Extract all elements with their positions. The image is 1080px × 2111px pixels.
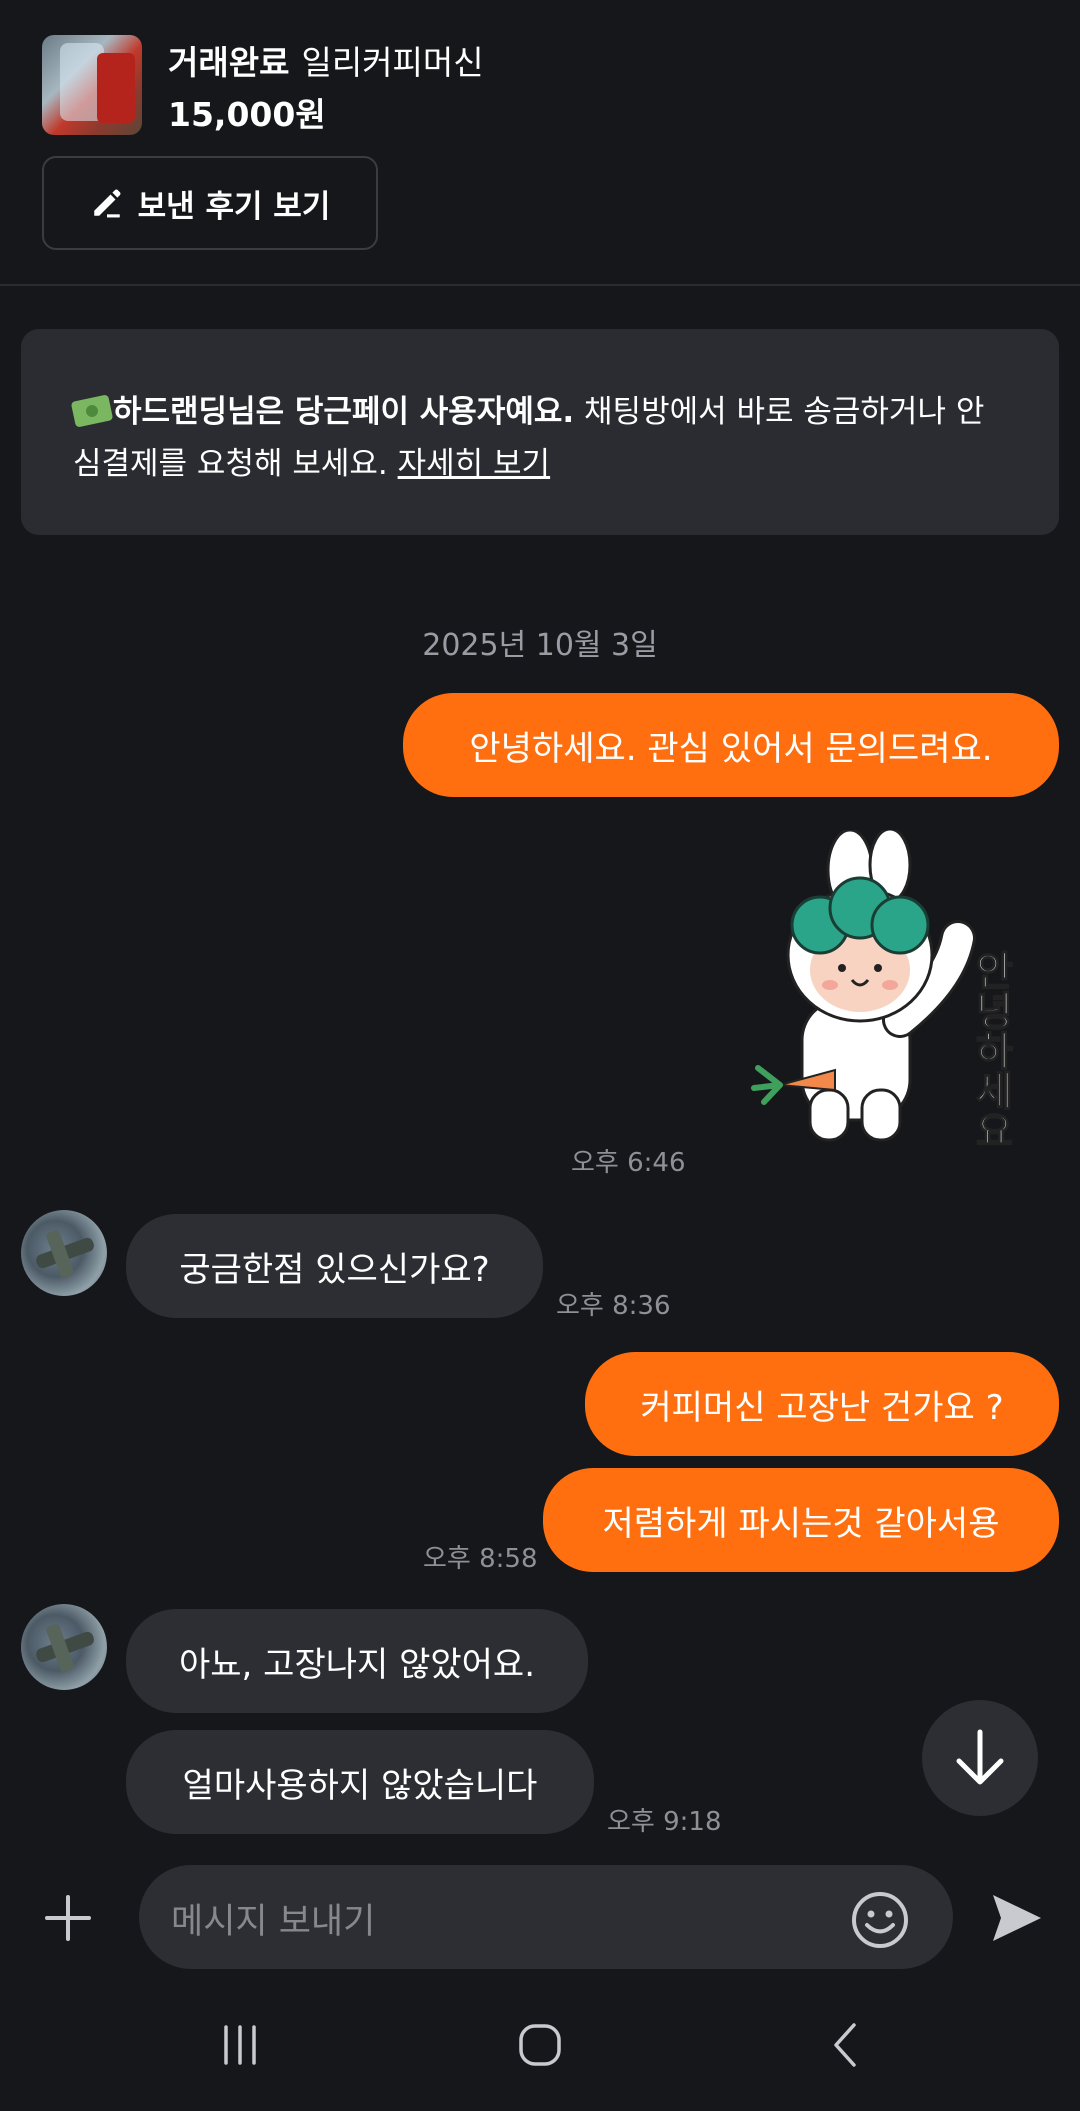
message-time: 오후 6:46 [571,1148,686,1178]
message-time: 오후 9:18 [607,1807,722,1837]
date-separator: 2025년 10월 3일 [422,628,658,663]
avatar[interactable] [21,1210,107,1296]
message-text: 아뇨, 고장나지 않았어요. [178,1644,536,1685]
emoji-icon [852,1892,908,1948]
send-icon [993,1895,1041,1941]
pay-notice-card: 하드랜딩님은 당근페이 사용자예요. 채팅방에서 바로 송금하거나 안심결제를 … [21,329,1059,535]
back-button[interactable] [815,2016,875,2074]
message-text: 궁금한점 있으신가요? [179,1249,490,1290]
message-text: 얼마사용하지 않았습니다 [182,1765,538,1806]
product-price: 15,000원 [168,95,326,134]
product-thumbnail[interactable] [42,35,142,135]
back-icon [834,2023,856,2067]
view-review-label: 보낸 후기 보기 [137,188,331,225]
product-name: 일리커피머신 [301,43,484,82]
message-time: 오후 8:58 [423,1544,538,1574]
other-message-bubble[interactable]: 아뇨, 고장나지 않았어요. [126,1609,588,1713]
header-divider [0,284,1080,286]
rabbit-sticker-icon: 안녕하세요 [751,827,1014,1156]
home-button[interactable] [510,2016,570,2074]
emoji-button[interactable] [848,1888,912,1952]
message-input-placeholder: 메시지 보내기 [171,1902,376,1942]
other-message-bubble[interactable]: 얼마사용하지 않았습니다 [126,1730,594,1834]
message-text: 커피머신 고장난 건가요 ? [640,1387,1004,1428]
my-message-bubble[interactable]: 저렴하게 파시는것 같아서용 [543,1468,1059,1572]
message-text: 안녕하세요. 관심 있어서 문의드려요. [469,728,993,769]
notice-more-link[interactable]: 자세히 보기 [398,446,550,482]
rabbit-sticker[interactable]: 안녕하세요 [740,827,1020,1160]
scroll-to-bottom-button[interactable] [922,1700,1038,1816]
home-icon [519,2024,561,2066]
arrow-down-icon [956,1729,1004,1785]
product-title[interactable]: 거래완료 일리커피머신 [168,36,484,84]
avatar[interactable] [21,1604,107,1690]
my-message-bubble[interactable]: 안녕하세요. 관심 있어서 문의드려요. [403,693,1059,797]
trade-status: 거래완료 [168,43,290,82]
svg-text:안녕하세요: 안녕하세요 [976,949,1013,1155]
recent-apps-icon [224,2025,256,2065]
my-message-bubble[interactable]: 커피머신 고장난 건가요 ? [585,1352,1059,1456]
plus-icon [45,1895,91,1941]
message-text: 저렴하게 파시는것 같아서용 [602,1503,1000,1544]
send-button[interactable] [985,1886,1049,1950]
pencil-icon [93,189,121,218]
recent-apps-button[interactable] [210,2018,270,2072]
notice-bold: 하드랜딩님은 당근페이 사용자예요. [113,394,575,430]
money-icon [70,394,114,428]
add-attachment-button[interactable] [40,1890,96,1946]
other-message-bubble[interactable]: 궁금한점 있으신가요? [126,1214,543,1318]
view-review-button[interactable]: 보낸 후기 보기 [42,156,378,250]
message-time: 오후 8:36 [556,1291,671,1321]
